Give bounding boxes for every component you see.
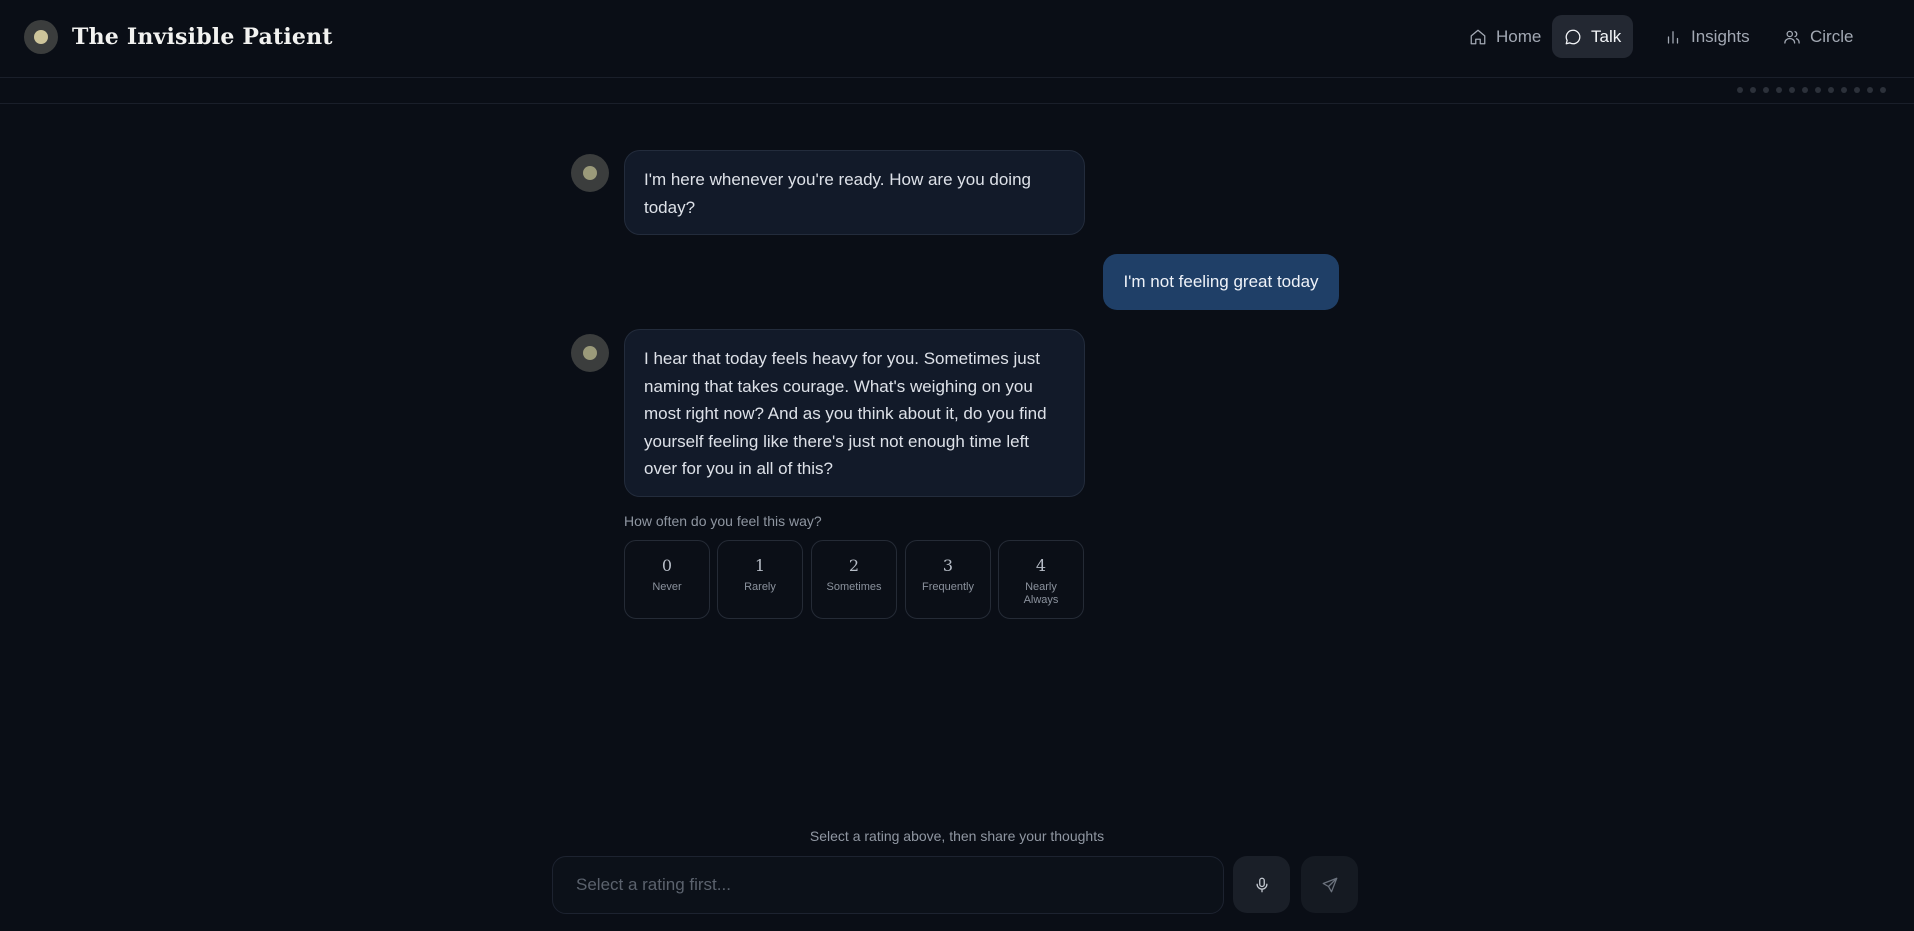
progress-dot xyxy=(1867,87,1873,93)
message-input[interactable] xyxy=(553,857,1223,913)
progress-dot xyxy=(1737,87,1743,93)
user-message: I'm not feeling great today xyxy=(1103,254,1339,310)
nav-item-label: Talk xyxy=(1591,26,1622,46)
nav-item-circle[interactable]: Circle xyxy=(1771,15,1865,58)
home-icon xyxy=(1470,29,1486,44)
rating-label: Frequently xyxy=(922,581,974,593)
progress-dot xyxy=(1828,87,1834,93)
top-bar: The Invisible Patient Home Talk Insights… xyxy=(0,0,1914,78)
progress-dot xyxy=(1789,87,1795,93)
progress-dot xyxy=(1815,87,1821,93)
rating-value: 3 xyxy=(942,556,954,575)
progress-dot xyxy=(1880,87,1886,93)
rating-value: 4 xyxy=(1035,556,1047,575)
progress-bar xyxy=(0,79,1914,104)
assistant-message: I hear that today feels heavy for you. S… xyxy=(624,329,1085,497)
rating-value: 0 xyxy=(661,556,673,575)
message-input-box xyxy=(552,856,1224,914)
rating-label: Never xyxy=(652,581,682,593)
progress-dot xyxy=(1854,87,1860,93)
progress-dot xyxy=(1750,87,1756,93)
nav-item-talk[interactable]: Talk xyxy=(1552,15,1634,58)
nav-item-label: Home xyxy=(1496,26,1542,46)
assistant-avatar xyxy=(571,334,609,372)
users-icon xyxy=(1784,30,1800,44)
rating-option-2[interactable]: 2 Sometimes xyxy=(811,540,897,619)
assistant-avatar xyxy=(571,154,609,192)
rating-value: 2 xyxy=(848,556,860,575)
rating-label: Sometimes xyxy=(826,581,882,593)
progress-dot xyxy=(1763,87,1769,93)
microphone-icon xyxy=(1255,877,1268,892)
rating-option-1[interactable]: 1 Rarely xyxy=(717,540,803,619)
rating-prompt: How often do you feel this way? xyxy=(624,513,822,529)
rating-option-4[interactable]: 4 Nearly Always xyxy=(998,540,1084,619)
app-title: The Invisible Patient xyxy=(72,24,333,50)
progress-dots xyxy=(1737,87,1886,93)
bar-chart-icon xyxy=(1667,30,1679,44)
send-button[interactable] xyxy=(1301,856,1358,913)
assistant-message: I'm here whenever you're ready. How are … xyxy=(624,150,1085,235)
rating-label: Nearly Always xyxy=(1023,581,1059,606)
progress-dot xyxy=(1776,87,1782,93)
rating-value: 1 xyxy=(754,556,766,575)
composer-hint: Select a rating above, then share your t… xyxy=(809,828,1105,844)
chat-icon xyxy=(1565,29,1581,44)
logo-icon xyxy=(24,20,58,54)
nav-item-insights[interactable]: Insights xyxy=(1652,15,1762,58)
rating-option-3[interactable]: 3 Frequently xyxy=(905,540,991,619)
nav-item-home[interactable]: Home xyxy=(1457,15,1553,58)
nav-item-label: Insights xyxy=(1691,26,1750,46)
send-icon xyxy=(1322,877,1337,892)
brand[interactable]: The Invisible Patient xyxy=(24,20,333,54)
rating-option-0[interactable]: 0 Never xyxy=(624,540,710,619)
microphone-button[interactable] xyxy=(1233,856,1290,913)
progress-dot xyxy=(1841,87,1847,93)
progress-dot xyxy=(1802,87,1808,93)
rating-label: Rarely xyxy=(744,581,776,593)
nav-item-label: Circle xyxy=(1810,26,1854,46)
